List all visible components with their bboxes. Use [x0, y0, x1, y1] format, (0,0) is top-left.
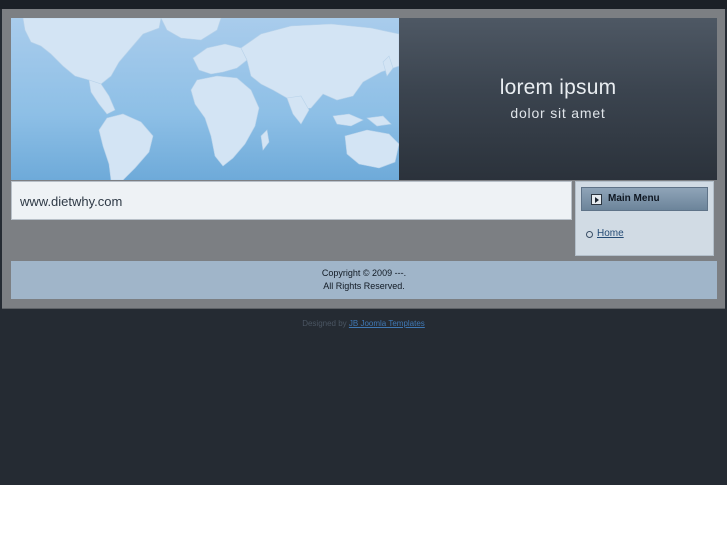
arrow-right-icon [591, 194, 602, 205]
header-title-panel: lorem ipsum dolor sit amet [399, 18, 717, 180]
credit-prefix: Designed by [302, 319, 347, 328]
header-world-map-image [11, 18, 399, 180]
content-box: www.dietwhy.com [11, 181, 572, 220]
bullet-icon [586, 231, 593, 238]
credit-link[interactable]: JB Joomla Templates [349, 319, 425, 328]
main-menu-title: Main Menu [608, 193, 660, 204]
menu-link-home[interactable]: Home [597, 228, 624, 239]
copyright-text: Copyright © 2009 ---. [321, 268, 407, 278]
main-menu-module: Main Menu Home [575, 181, 714, 256]
site-title: lorem ipsum [499, 76, 617, 99]
rights-text: All Rights Reserved. [323, 281, 405, 291]
site-subtitle: dolor sit amet [510, 105, 606, 121]
footer-bar: Copyright © 2009 ---. All Rights Reserve… [11, 261, 717, 299]
site-url-text: www.dietwhy.com [20, 194, 123, 209]
top-strip [0, 0, 727, 9]
main-menu-header: Main Menu [581, 187, 708, 211]
designer-credit: Designed by JB Joomla Templates [0, 319, 727, 328]
